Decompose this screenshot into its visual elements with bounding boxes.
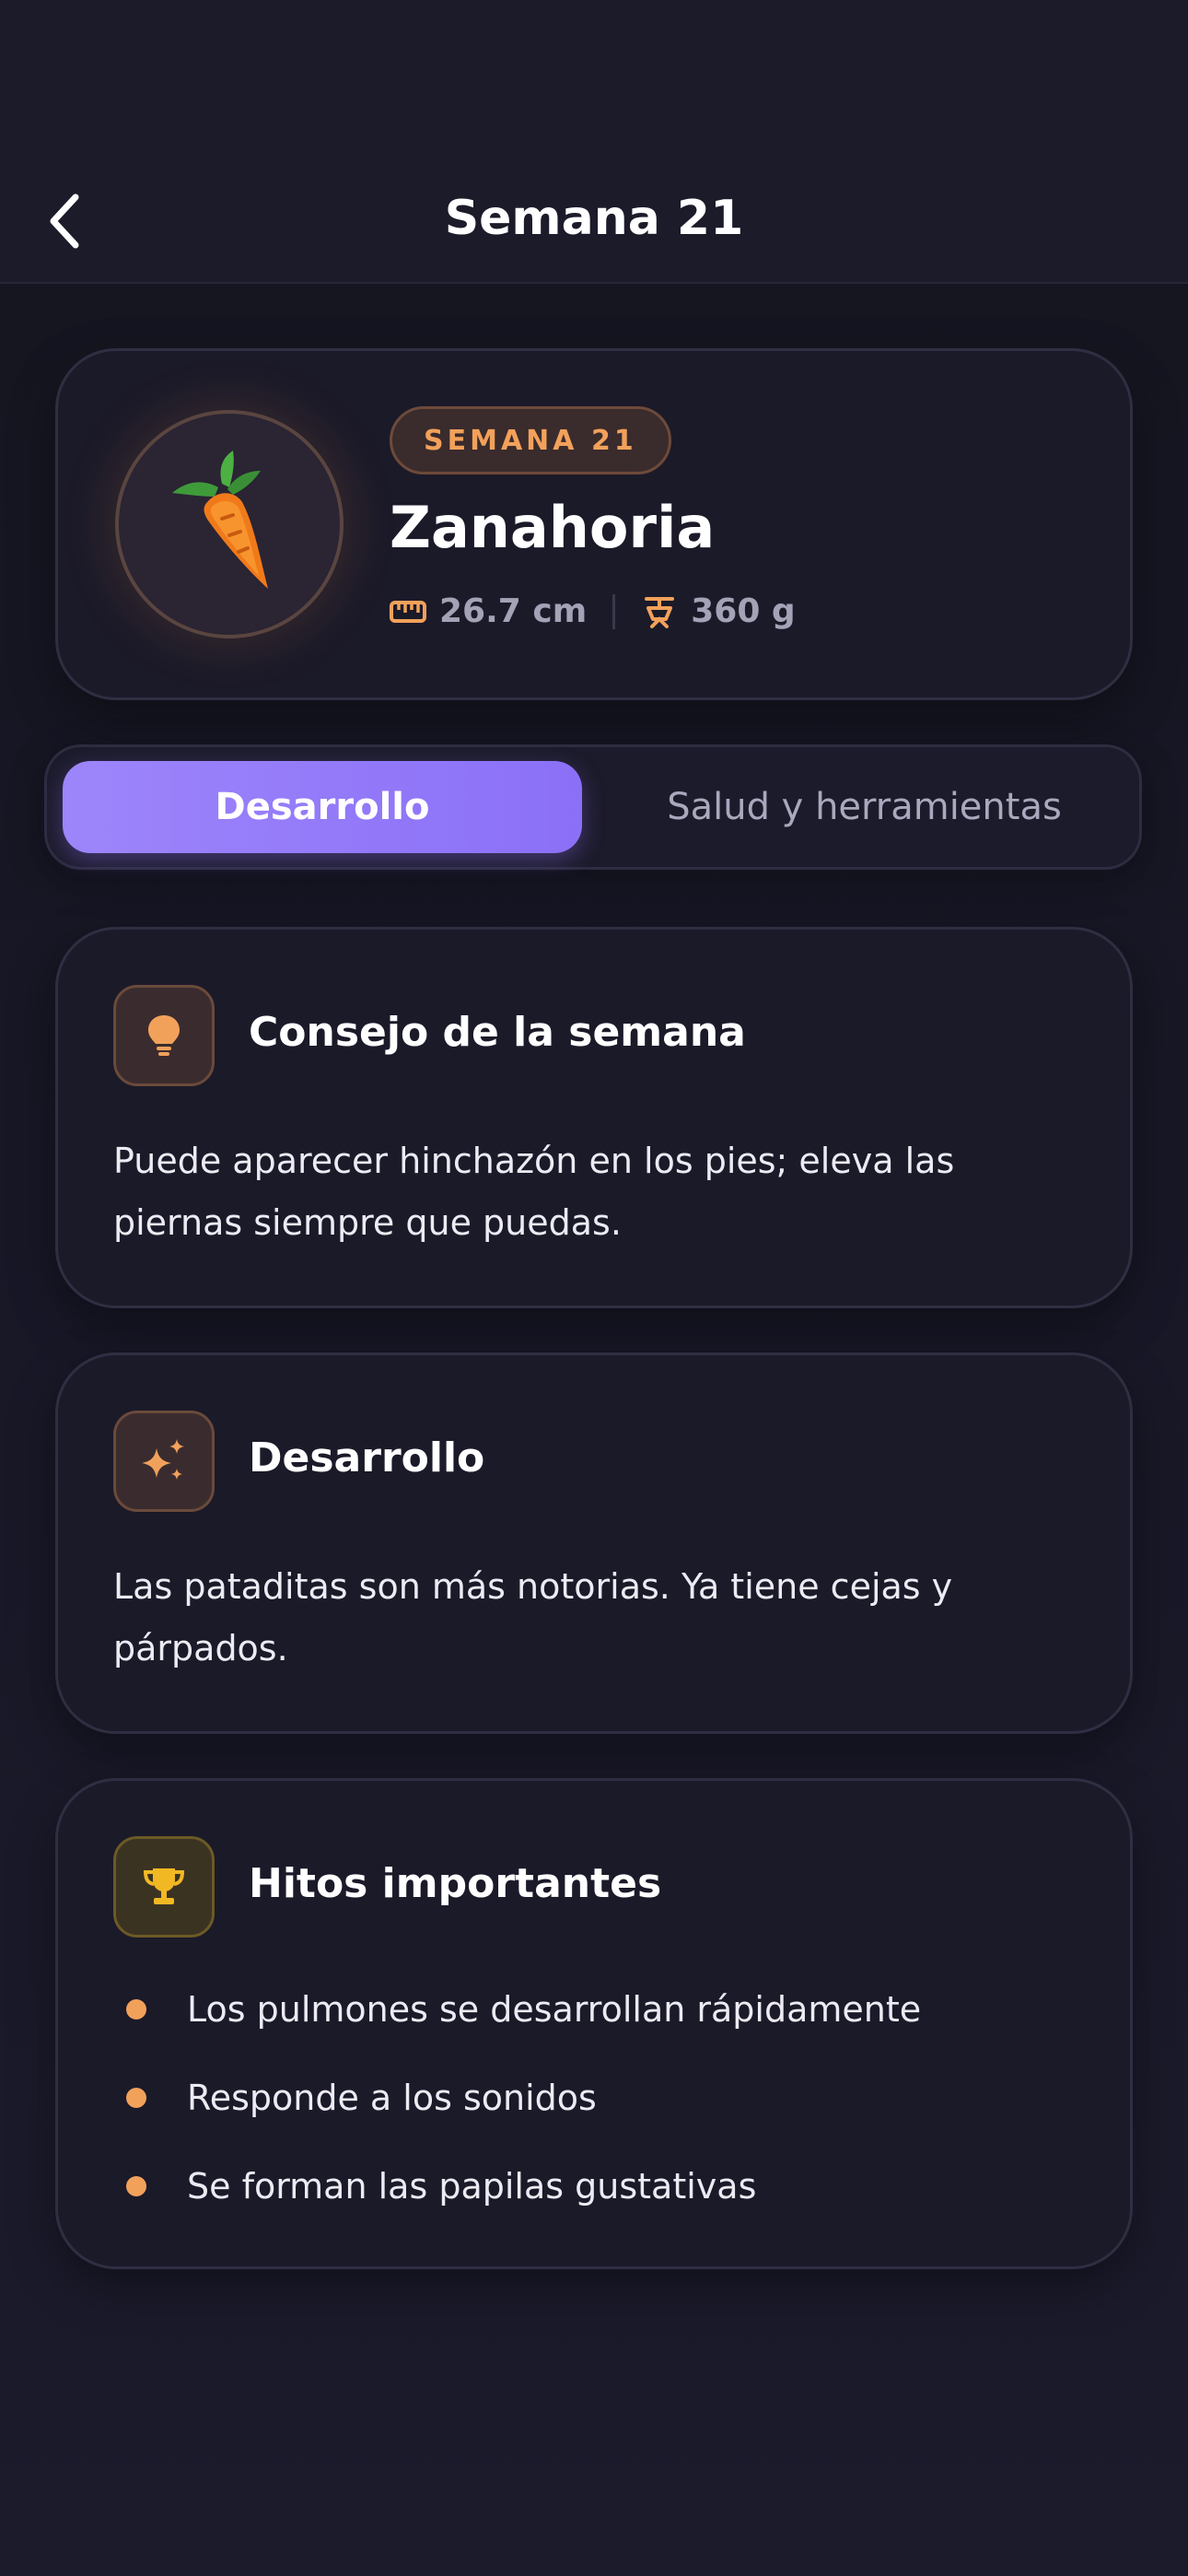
page-title: Semana 21 bbox=[444, 191, 744, 246]
weight-stat: 360 g bbox=[641, 592, 796, 630]
ruler-icon bbox=[390, 600, 426, 623]
development-card: Desarrollo Las pataditas son más notoria… bbox=[55, 1352, 1133, 1734]
milestones-card: Hitos importantes Los pulmones se desarr… bbox=[55, 1778, 1133, 2269]
list-item: Se forman las papilas gustativas bbox=[113, 2142, 921, 2231]
tip-icon-box bbox=[113, 985, 215, 1086]
weight-value: 360 g bbox=[691, 592, 796, 630]
tip-body: Puede aparecer hinchazón en los pies; el… bbox=[113, 1141, 955, 1243]
milestones-icon-box bbox=[113, 1836, 215, 1938]
fruit-avatar bbox=[115, 410, 344, 638]
carrot-icon bbox=[172, 451, 268, 589]
top-nav-bar: Semana 21 bbox=[0, 0, 1188, 284]
fruit-name: Zanahoria bbox=[390, 494, 716, 561]
bullet-dot bbox=[126, 2176, 146, 2196]
baby-stats: 26.7 cm 360 g bbox=[390, 592, 796, 630]
lightbulb-icon bbox=[148, 1015, 180, 1056]
week-badge: SEMANA 21 bbox=[390, 406, 671, 474]
sparkles-icon bbox=[142, 1439, 184, 1480]
milestone-text: Los pulmones se desarrollan rápidamente bbox=[187, 1989, 922, 2030]
length-value: 26.7 cm bbox=[439, 592, 588, 630]
tab-salud-y-herramientas[interactable]: Salud y herramientas bbox=[600, 761, 1129, 853]
week-summary-card: SEMANA 21 Zanahoria 26.7 cm 360 g bbox=[55, 348, 1133, 700]
scale-icon bbox=[645, 596, 675, 628]
tab-desarrollo[interactable]: Desarrollo bbox=[63, 761, 582, 853]
stats-divider bbox=[612, 593, 616, 629]
milestone-text: Se forman las papilas gustativas bbox=[187, 2166, 757, 2207]
milestone-text: Responde a los sonidos bbox=[187, 2078, 597, 2118]
tip-title: Consejo de la semana bbox=[249, 1009, 746, 1056]
trophy-icon bbox=[143, 1868, 185, 1904]
weekly-tip-card: Consejo de la semana Puede aparecer hinc… bbox=[55, 927, 1133, 1308]
bullet-dot bbox=[126, 2088, 146, 2108]
milestones-list: Los pulmones se desarrollan rápidamente … bbox=[113, 1965, 921, 2231]
development-icon-box bbox=[113, 1411, 215, 1512]
list-item: Responde a los sonidos bbox=[113, 2054, 921, 2142]
section-tabs: Desarrollo Salud y herramientas bbox=[44, 744, 1142, 870]
list-item: Los pulmones se desarrollan rápidamente bbox=[113, 1965, 921, 2054]
development-title: Desarrollo bbox=[249, 1434, 485, 1481]
development-body: Las pataditas son más notorias. Ya tiene… bbox=[113, 1566, 953, 1669]
length-stat: 26.7 cm bbox=[390, 592, 587, 630]
milestones-title: Hitos importantes bbox=[249, 1860, 662, 1907]
bullet-dot bbox=[126, 1999, 146, 2020]
